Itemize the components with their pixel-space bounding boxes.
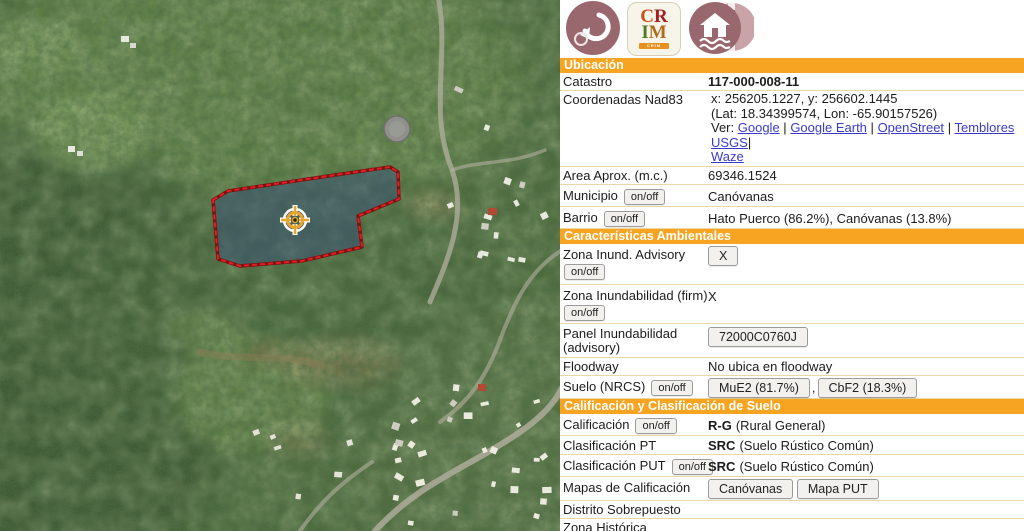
- clasificacion-pt-desc: (Suelo Rústico Común): [739, 438, 873, 453]
- link-waze[interactable]: Waze: [711, 149, 744, 164]
- row-suelo-nrcs: Suelo (NRCS) on/off MuE2 (81.7%),CbF2 (18…: [560, 376, 1024, 399]
- suelo-toggle-button[interactable]: on/off: [651, 380, 692, 396]
- spiral-arrow-icon[interactable]: [566, 1, 620, 55]
- link-separator: |: [783, 120, 786, 135]
- crim-letter-i: I: [641, 22, 648, 43]
- mapa-canovanas-button[interactable]: Canóvanas: [708, 479, 793, 499]
- row-mapas-calificacion: Mapas de Calificación Canóvanas Mapa PUT: [560, 477, 1024, 501]
- row-clasificacion-put: Clasificación PUT on/off SRC (Suelo Rústic…: [560, 455, 1024, 477]
- row-municipio: Municipio on/off Canóvanas: [560, 185, 1024, 207]
- panel-inund-button[interactable]: 72000C0760J: [708, 327, 808, 347]
- row-area: Area Aprox. (m.c.) 69346.1524: [560, 167, 1024, 185]
- row-zona-inund-advisory: Zona Inund. Advisory X on/off: [560, 244, 1024, 285]
- crim-strip: CRIM: [639, 43, 669, 48]
- zona-advisory-toggle-button[interactable]: on/off: [564, 264, 605, 280]
- row-catastro: Catastro 117-000-008-11: [560, 73, 1024, 91]
- row-barrio: Barrio on/off Hato Puerco (86.2%), Canóva…: [560, 207, 1024, 229]
- water-tank: [384, 116, 410, 142]
- area-label: Area Aprox. (m.c.): [563, 168, 668, 183]
- row-coordenadas: Coordenadas Nad83 x: 256205.1227, y: 256…: [560, 91, 1024, 167]
- clasificacion-pt-label: Clasificación PT: [563, 438, 656, 453]
- calificacion-desc: (Rural General): [736, 418, 826, 433]
- calificacion-toggle-button[interactable]: on/off: [635, 418, 676, 434]
- coordenadas-links: Ver: Google | Google Earth | OpenStreet …: [711, 121, 1020, 165]
- coordenadas-label: Coordenadas Nad83: [563, 92, 683, 107]
- link-openstreet[interactable]: OpenStreet: [878, 120, 945, 135]
- floodway-value: No ubica en floodway: [708, 359, 832, 374]
- barrio-label: Barrio: [563, 210, 598, 225]
- suelo-cbf2-button[interactable]: CbF2 (18.3%): [818, 378, 918, 398]
- coordenadas-latlon: (Lat: 18.34399574, Lon: -65.90157526): [711, 107, 1020, 122]
- area-value: 69346.1524: [708, 168, 777, 183]
- panel-inund-label: Panel Inundabilidad (advisory): [563, 327, 703, 356]
- municipio-label: Municipio: [563, 188, 618, 203]
- zona-advisory-label: Zona Inund. Advisory: [563, 247, 685, 262]
- crim-letter-m: M: [649, 22, 667, 43]
- crim-logo[interactable]: CR IM CRIM: [627, 2, 681, 56]
- row-panel-inundabilidad: Panel Inundabilidad (advisory) 72000C076…: [560, 324, 1024, 358]
- distrito-label: Distrito Sobrepuesto: [563, 502, 681, 517]
- suelo-values: MuE2 (81.7%),CbF2 (18.3%): [708, 378, 917, 398]
- clasificacion-put-desc: (Suelo Rústico Común): [739, 459, 873, 474]
- row-floodway: Floodway No ubica en floodway: [560, 358, 1024, 376]
- section-ambientales: Características Ambientales: [560, 229, 1024, 244]
- row-zona-inund-firm: Zona Inundabilidad (firm) X on/off: [560, 285, 1024, 324]
- barrio-value: Hato Puerco (86.2%), Canóvanas (13.8%): [708, 211, 952, 227]
- calificacion-label: Calificación: [563, 417, 629, 432]
- clasificacion-put-code: SRC: [708, 459, 735, 474]
- link-separator: |: [871, 120, 874, 135]
- zona-firm-label: Zona Inundabilidad (firm): [563, 288, 708, 303]
- flood-gauge-icon[interactable]: [688, 1, 754, 58]
- row-zona-historica: Zona Histórica: [560, 519, 1024, 531]
- clasificacion-pt-code: SRC: [708, 438, 735, 453]
- canopy-speckle: [0, 0, 560, 531]
- mapa-put-button[interactable]: Mapa PUT: [797, 479, 879, 499]
- catastro-value: 117-000-008-11: [708, 74, 799, 89]
- suelo-label: Suelo (NRCS): [563, 379, 645, 394]
- info-panel: CR IM CRIM: [560, 0, 1024, 531]
- municipio-value: Canóvanas: [708, 189, 774, 205]
- row-calificacion: Calificación on/off R-G (Rural General): [560, 414, 1024, 436]
- satellite-map[interactable]: [0, 0, 560, 531]
- mapas-label: Mapas de Calificación: [563, 480, 690, 495]
- calificacion-value: R-G (Rural General): [708, 418, 825, 434]
- link-google-earth[interactable]: Google Earth: [790, 120, 867, 135]
- suelo-comma: ,: [812, 380, 816, 395]
- suelo-mue2-button[interactable]: MuE2 (81.7%): [708, 378, 810, 398]
- ver-prefix: Ver:: [711, 120, 734, 135]
- floodway-label: Floodway: [563, 359, 619, 374]
- catastro-label: Catastro: [563, 74, 612, 89]
- link-separator: |: [948, 120, 951, 135]
- link-separator: |: [748, 135, 751, 150]
- municipio-toggle-button[interactable]: on/off: [624, 189, 665, 205]
- app-window: { "colors": { "section_header_bg": "#F6A…: [0, 0, 1024, 531]
- clasificacion-put-value: SRC (Suelo Rústico Común): [708, 459, 874, 475]
- zona-firm-toggle-button[interactable]: on/off: [564, 305, 605, 321]
- mapas-buttons: Canóvanas Mapa PUT: [708, 479, 879, 499]
- link-google[interactable]: Google: [738, 120, 780, 135]
- panel-toolbar: CR IM CRIM: [560, 0, 1024, 58]
- row-distrito-sobrepuesto: Distrito Sobrepuesto: [560, 501, 1024, 519]
- section-calificacion: Calificación y Clasificación de Suelo: [560, 399, 1024, 414]
- clasificacion-put-toggle-button[interactable]: on/off: [672, 459, 713, 475]
- coordenadas-xy: x: 256205.1227, y: 256602.1445: [711, 92, 1020, 107]
- zona-advisory-value-button[interactable]: X: [708, 246, 738, 266]
- calificacion-code: R-G: [708, 418, 732, 433]
- zona-firm-value: X: [708, 289, 717, 304]
- barrio-toggle-button[interactable]: on/off: [604, 211, 645, 227]
- clasificacion-put-label: Clasificación PUT: [563, 458, 666, 473]
- row-clasificacion-pt: Clasificación PT SRC (Suelo Rústico Común…: [560, 436, 1024, 455]
- clasificacion-pt-value: SRC (Suelo Rústico Común): [708, 438, 874, 453]
- section-ubicacion: Ubicación: [560, 58, 1024, 73]
- zona-historica-label: Zona Histórica: [563, 520, 647, 531]
